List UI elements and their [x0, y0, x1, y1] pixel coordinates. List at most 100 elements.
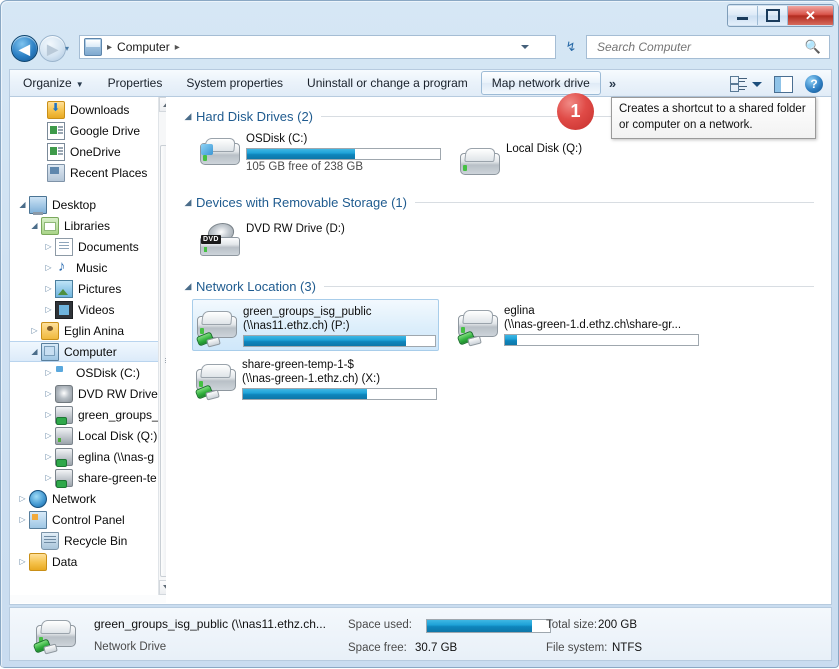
command-toolbar: Organize ▼ Properties System properties U… [9, 69, 832, 97]
sidebar-item-local-disk-q[interactable]: ▷ Local Disk (Q:) [10, 425, 160, 446]
details-pane: green_groups_isg_public (\\nas11.ethz.ch… [9, 607, 832, 661]
file-list-pane[interactable]: ◢ Hard Disk Drives (2) OSDisk (C:) 105 GB f… [176, 97, 831, 603]
address-bar-row: ◀ ▶ ▾ ▸ Computer ▸ ↯ 🔍 [1, 31, 839, 65]
refresh-button[interactable]: ↯ [561, 37, 581, 57]
navigation-pane[interactable]: Downloads Google Drive OneDrive Recent Plac… [10, 97, 166, 603]
tree-collapsed-icon[interactable]: ▷ [42, 473, 55, 482]
tree-collapsed-icon[interactable]: ▷ [42, 263, 55, 272]
tree-collapsed-icon[interactable]: ▷ [42, 389, 55, 398]
sidebar-item-downloads[interactable]: Downloads [10, 99, 160, 120]
uninstall-or-change-program-button[interactable]: Uninstall or change a program [296, 71, 479, 95]
tree-collapsed-icon[interactable]: ▷ [42, 410, 55, 419]
group-expanded-icon[interactable]: ◢ [180, 197, 196, 208]
sidebar-item-recent-places[interactable]: Recent Places [10, 162, 160, 183]
tree-collapsed-icon[interactable]: ▷ [42, 431, 55, 440]
sidebar-item-videos[interactable]: ▷ Videos [10, 299, 160, 320]
sidebar-item-control-panel[interactable]: ▷ Control Panel [10, 509, 160, 530]
tree-expanded-icon[interactable]: ◢ [16, 200, 29, 209]
sidebar-item-eglin-anina[interactable]: ▷ Eglin Anina [10, 320, 160, 341]
sidebar-item-music[interactable]: ▷ Music [10, 257, 160, 278]
close-button[interactable]: ✕ [788, 6, 833, 25]
sidebar-item-green-groups-i[interactable]: ▷ green_groups_i [10, 404, 162, 425]
nav-vertical-scrollbar[interactable] [158, 97, 166, 595]
breadcrumb-computer[interactable]: Computer [117, 40, 170, 54]
back-button[interactable]: ◀ [11, 35, 38, 62]
search-input[interactable] [595, 39, 799, 55]
hdd-win-icon [55, 365, 71, 381]
drive-tile[interactable]: Local Disk (Q:) [456, 137, 703, 189]
organize-button[interactable]: Organize ▼ [12, 71, 95, 95]
tree-collapsed-icon[interactable]: ▷ [42, 452, 55, 461]
sidebar-item-desktop[interactable]: ◢ Desktop [10, 194, 160, 215]
address-bar[interactable]: ▸ Computer ▸ [79, 35, 556, 59]
drive-tile[interactable]: eglina (\\nas-green-1.d.ethz.ch\share-gr.… [454, 299, 701, 351]
chevron-down-icon[interactable] [521, 45, 529, 49]
tree-collapsed-icon[interactable]: ▷ [42, 242, 55, 251]
group-expanded-icon[interactable]: ◢ [180, 281, 196, 292]
capacity-gauge-fill [244, 336, 407, 346]
sidebar-item-documents[interactable]: ▷ Documents [10, 236, 160, 257]
tree-collapsed-icon[interactable]: ▷ [16, 557, 29, 566]
capacity-gauge [504, 334, 699, 346]
window-controls: ✕ [727, 4, 834, 27]
group-header[interactable]: ◢ Devices with Removable Storage (1) [180, 193, 820, 211]
drive-tile-text: DVD RW Drive (D:) [246, 219, 441, 236]
scrollbar-thumb[interactable] [160, 145, 166, 577]
drive-tile[interactable]: DVD DVD RW Drive (D:) [196, 217, 443, 269]
properties-button[interactable]: Properties [97, 71, 174, 95]
map-network-drive-button[interactable]: Map network drive [480, 71, 601, 95]
group-title: Hard Disk Drives (2) [196, 108, 314, 124]
breadcrumb-separator-2[interactable]: ▸ [175, 42, 180, 53]
tree-collapsed-icon[interactable]: ▷ [42, 284, 55, 293]
sidebar-item-recycle-bin[interactable]: Recycle Bin [10, 530, 160, 551]
tree-collapsed-icon[interactable]: ▷ [16, 515, 29, 524]
group-header[interactable]: ◢ Network Location (3) [180, 277, 820, 295]
sidebar-item-eglina-nas-g[interactable]: ▷ eglina (\\nas-g [10, 446, 160, 467]
sidebar-item-google-drive[interactable]: Google Drive [10, 120, 160, 141]
tree-collapsed-icon[interactable]: ▷ [28, 326, 41, 335]
forward-button[interactable]: ▶ [39, 35, 66, 62]
search-icon[interactable]: 🔍 [805, 39, 821, 55]
nav-horizontal-scrollbar[interactable] [10, 595, 166, 603]
sidebar-item-onedrive[interactable]: OneDrive [10, 141, 160, 162]
minimize-button[interactable] [728, 6, 758, 25]
drive-tile[interactable]: share-green-temp-1-$ (\\nas-green-1.ethz.… [192, 353, 439, 405]
tree-collapsed-icon[interactable]: ▷ [16, 494, 29, 503]
computer-icon [41, 342, 59, 361]
tree-expanded-icon[interactable]: ◢ [28, 221, 41, 230]
sidebar-item-libraries[interactable]: ◢ Libraries [10, 215, 160, 236]
toolbar-overflow-button[interactable]: » [601, 73, 624, 94]
sidebar-item-network[interactable]: ▷ Network [10, 488, 160, 509]
maximize-button[interactable] [758, 6, 788, 25]
scroll-up-button[interactable] [159, 97, 166, 112]
drive-tile-text: OSDisk (C:) 105 GB free of 238 GB [246, 129, 441, 175]
search-box[interactable]: 🔍 [586, 35, 830, 59]
scroll-down-button[interactable] [159, 580, 166, 595]
system-properties-button[interactable]: System properties [175, 71, 294, 95]
group-expanded-icon[interactable]: ◢ [180, 111, 196, 122]
drive-tile[interactable]: green_groups_isg_public (\\nas11.ethz.ch)… [192, 299, 439, 351]
sidebar-item-dvd-rw-drive[interactable]: ▷ DVD RW Drive ( [10, 383, 165, 404]
tree-expanded-icon[interactable]: ◢ [28, 347, 41, 356]
sidebar-item-label: green_groups_i [78, 407, 162, 422]
recent-pages-dropdown[interactable]: ▾ [65, 44, 69, 53]
sidebar-item-data[interactable]: ▷ Data [10, 551, 160, 572]
sidebar-item-share-green-te[interactable]: ▷ share-green-te [10, 467, 160, 488]
sidebar-item-label: eglina (\\nas-g [78, 449, 155, 464]
preview-pane-icon[interactable] [774, 75, 793, 93]
drive-name: eglina [504, 305, 535, 317]
dvd-icon [55, 384, 73, 403]
sidebar-item-osdisk-c[interactable]: ▷ OSDisk (C:) [10, 362, 160, 383]
tree-collapsed-icon[interactable]: ▷ [42, 305, 55, 314]
drive-tile[interactable]: OSDisk (C:) 105 GB free of 238 GB [196, 127, 443, 179]
sidebar-item-pictures[interactable]: ▷ Pictures [10, 278, 160, 299]
sidebar-item-label: Network [52, 491, 97, 506]
list-view-icon[interactable] [730, 76, 748, 92]
help-icon[interactable]: ? [805, 75, 823, 93]
title-bar: ✕ [1, 1, 839, 29]
network-icon [29, 489, 47, 508]
details-gauge-fill [427, 620, 532, 632]
view-options-chevron-down-icon[interactable] [752, 81, 762, 87]
tree-collapsed-icon[interactable]: ▷ [42, 368, 55, 377]
sidebar-item-computer[interactable]: ◢ Computer [10, 341, 160, 362]
